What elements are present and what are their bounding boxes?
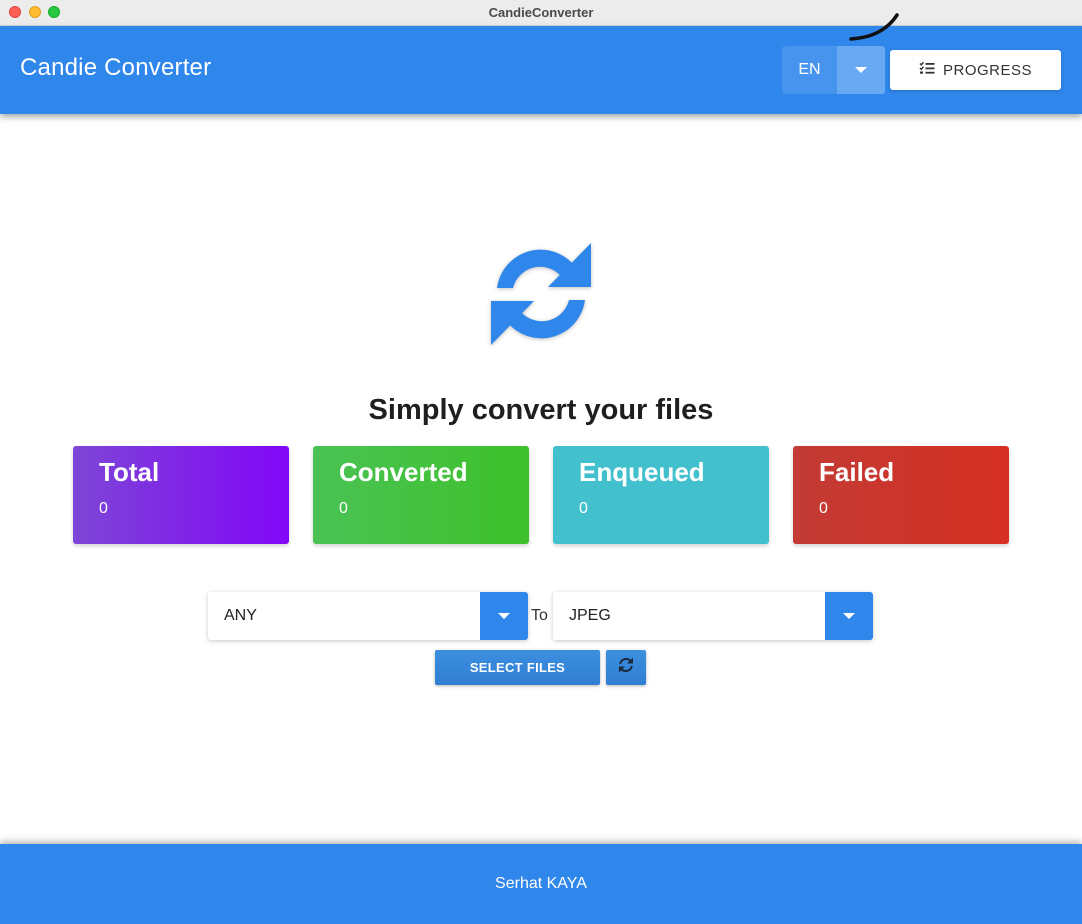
language-selector[interactable]: EN [782,46,885,94]
reset-button[interactable] [606,650,646,685]
refresh-icon [617,656,635,679]
stat-value: 0 [339,500,348,517]
to-label: To [531,607,548,624]
language-value[interactable]: EN [782,46,837,94]
app-brand: Candie Converter [20,54,212,81]
stat-card-failed: Failed 0 [793,446,1009,544]
stat-value: 0 [99,500,108,517]
stat-card-total: Total 0 [73,446,289,544]
to-format-dropdown-button[interactable] [825,592,873,640]
stat-card-enqueued: Enqueued 0 [553,446,769,544]
caret-down-icon [843,613,855,619]
app-header: Candie Converter EN PROGRESS [0,26,1082,114]
caret-down-icon [498,613,510,619]
from-format-select[interactable]: ANY [208,592,528,640]
to-format-select[interactable]: JPEG [553,592,873,640]
from-format-dropdown-button[interactable] [480,592,528,640]
stat-label: Converted [339,457,468,487]
progress-button-label: PROGRESS [942,61,1033,79]
stat-card-converted: Converted 0 [313,446,529,544]
caret-down-icon [855,67,867,73]
window-title: CandieConverter [488,5,594,20]
sync-icon [486,240,596,348]
stat-value: 0 [819,500,828,517]
page-headline: Simply convert your files [368,394,714,426]
progress-button[interactable]: PROGRESS [890,50,1061,90]
to-format-value[interactable]: JPEG [553,607,825,625]
language-dropdown-toggle[interactable] [837,46,885,94]
pen-stroke-mark [849,13,899,41]
list-check-icon [919,61,935,79]
window-titlebar: CandieConverter [0,0,1082,26]
from-format-value[interactable]: ANY [208,607,480,625]
app-footer: Serhat KAYA [0,844,1082,924]
select-files-button[interactable]: SELECT FILES [435,650,600,685]
stat-value: 0 [579,500,588,517]
stat-label: Total [99,457,160,487]
stat-label: Failed [819,457,895,487]
footer-author: Serhat KAYA [495,875,587,892]
stat-label: Enqueued [579,457,705,487]
